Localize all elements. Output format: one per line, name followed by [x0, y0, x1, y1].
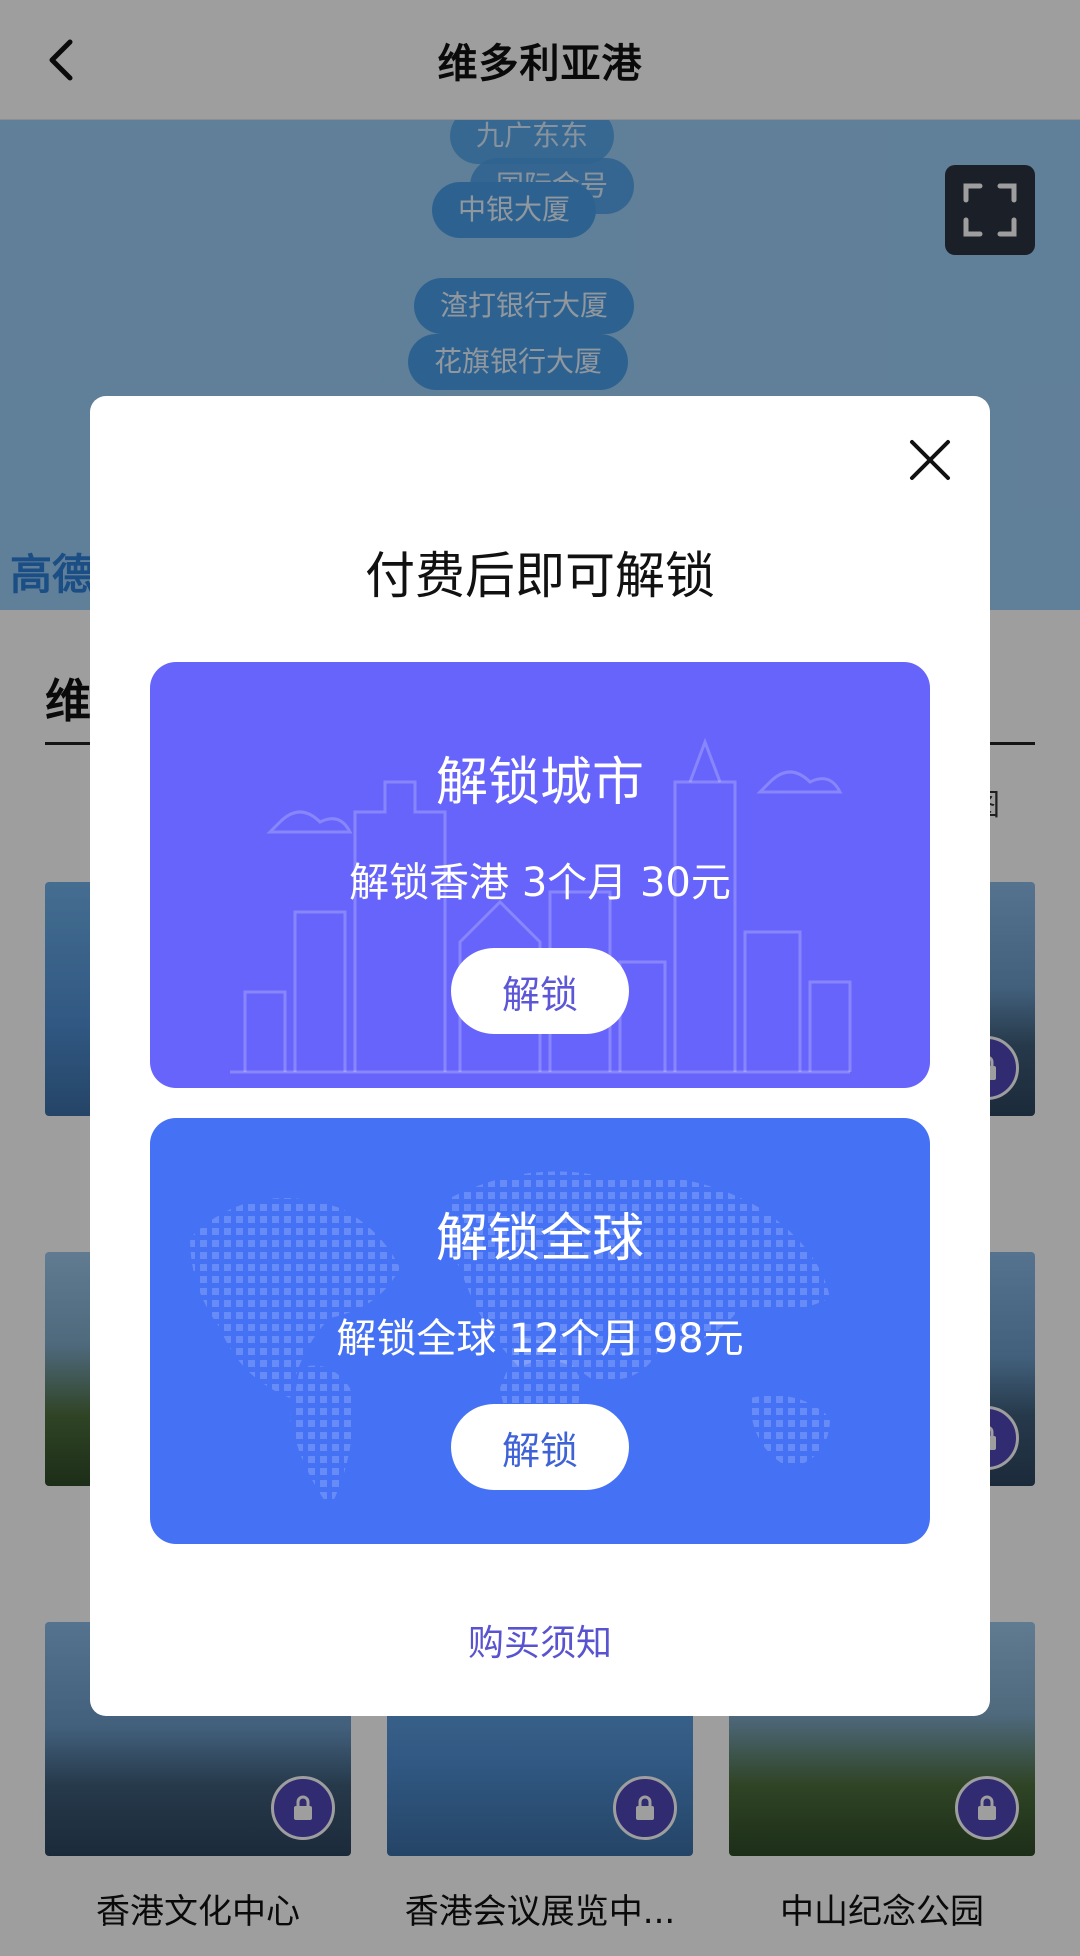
close-icon[interactable]	[908, 438, 952, 482]
plan-title: 解锁城市	[435, 753, 644, 813]
modal-title: 付费后即可解锁	[365, 547, 715, 605]
unlock-city-plan: 解锁城市 解锁香港 3个月 30元 解锁	[150, 662, 930, 1088]
page: 维多利亚港 九广东东 国际金号 中银大厦 渣打银行大厦 花旗银行大厦 高德 维 …	[0, 0, 1080, 1956]
unlock-city-button[interactable]: 解锁	[451, 948, 629, 1034]
paywall-modal: 付费后即可解锁 解锁城市 解锁香港 3个月 30元 解锁 解锁全球 解锁全球 1…	[90, 396, 990, 1716]
plan-title: 解锁全球	[435, 1209, 644, 1269]
plan-description: 解锁香港 3个月 30元	[349, 860, 731, 906]
plan-description: 解锁全球 12个月 98元	[336, 1316, 744, 1362]
purchase-notice-link[interactable]: 购买须知	[90, 1614, 990, 1666]
unlock-global-button[interactable]: 解锁	[451, 1404, 629, 1490]
unlock-global-plan: 解锁全球 解锁全球 12个月 98元 解锁	[150, 1118, 930, 1544]
